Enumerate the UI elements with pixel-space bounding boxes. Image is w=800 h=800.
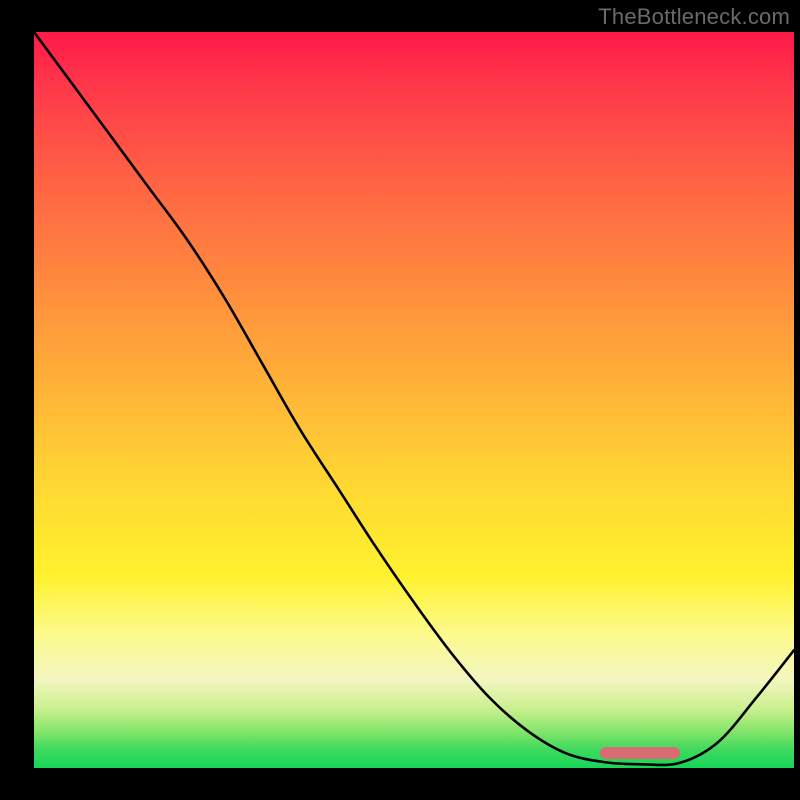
- attribution-label: TheBottleneck.com: [598, 4, 790, 30]
- chart-stage: TheBottleneck.com: [0, 0, 800, 800]
- optimum-range-marker: [600, 747, 680, 759]
- plot-area: [34, 32, 794, 768]
- curve-path: [34, 32, 794, 765]
- bottleneck-curve: [34, 32, 794, 768]
